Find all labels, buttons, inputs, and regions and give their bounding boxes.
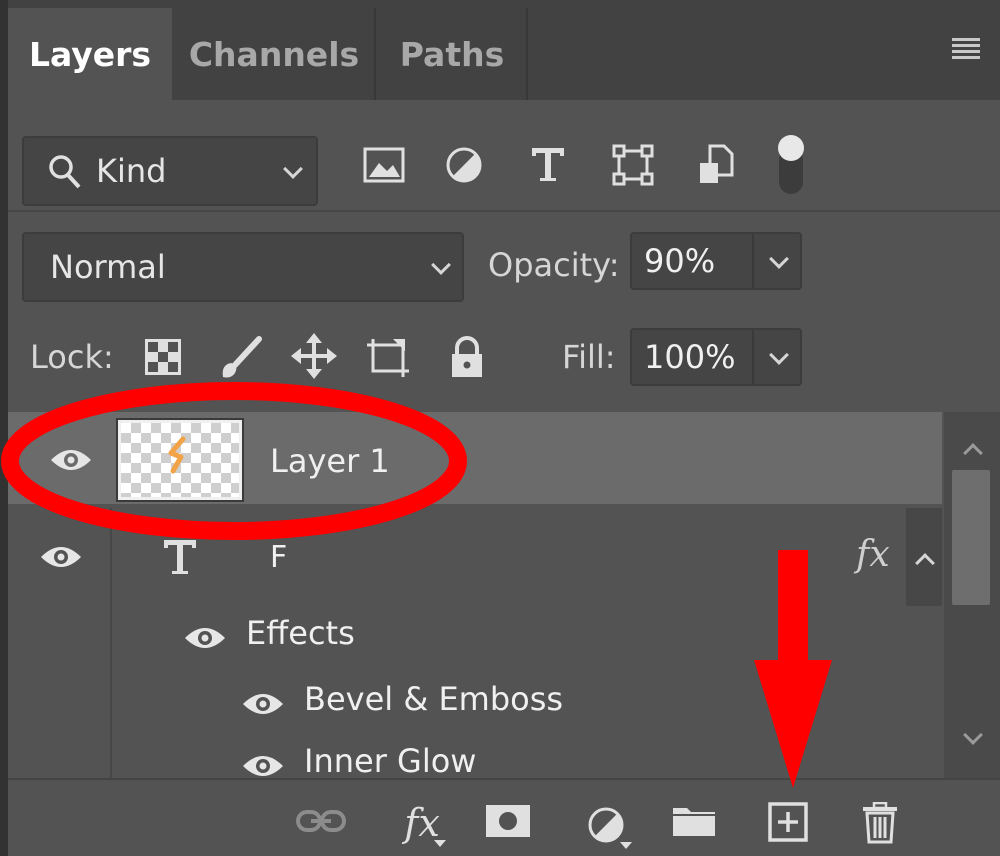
annotation-ellipse bbox=[1, 382, 467, 540]
add-mask-icon[interactable] bbox=[484, 802, 532, 840]
panel-menu-icon[interactable] bbox=[952, 38, 980, 60]
lock-all-icon[interactable] bbox=[446, 334, 488, 380]
delete-layer-icon[interactable] bbox=[858, 800, 902, 846]
chevron-up-icon bbox=[915, 553, 935, 573]
fill-value: 100% bbox=[644, 338, 736, 376]
chevron-down-icon bbox=[431, 255, 451, 275]
chevron-down-icon bbox=[283, 159, 303, 179]
adjustment-filter-icon[interactable] bbox=[444, 145, 484, 185]
new-layer-icon[interactable] bbox=[766, 800, 810, 844]
shape-filter-icon[interactable] bbox=[610, 142, 656, 188]
lock-transparent-pixels-icon[interactable] bbox=[142, 336, 184, 378]
scroll-down-icon[interactable] bbox=[963, 725, 983, 745]
eye-icon[interactable] bbox=[182, 622, 228, 654]
tab-layers[interactable]: Layers bbox=[8, 8, 172, 100]
fill-field[interactable]: 100% bbox=[630, 328, 802, 386]
image-filter-icon[interactable] bbox=[362, 145, 406, 185]
filter-kind-dropdown[interactable]: Kind bbox=[22, 136, 318, 206]
new-adjustment-icon[interactable] bbox=[578, 800, 634, 850]
type-filter-icon[interactable] bbox=[526, 142, 570, 186]
eye-icon[interactable] bbox=[38, 540, 84, 574]
fill-label: Fill: bbox=[562, 338, 616, 376]
eye-icon[interactable] bbox=[240, 752, 286, 778]
chevron-down-icon[interactable] bbox=[769, 345, 789, 365]
annotation-arrow bbox=[754, 550, 832, 788]
tab-bar: Layers Channels Paths bbox=[8, 0, 1000, 100]
tab-channels[interactable]: Channels bbox=[174, 8, 376, 100]
lock-artboard-icon[interactable] bbox=[364, 334, 412, 380]
layer-name[interactable]: F bbox=[270, 540, 287, 575]
link-layers-icon[interactable] bbox=[294, 804, 348, 838]
new-group-icon[interactable] bbox=[670, 802, 718, 840]
eye-icon[interactable] bbox=[240, 688, 286, 720]
effects-label: Effects bbox=[246, 614, 355, 652]
smart-object-filter-icon[interactable] bbox=[694, 142, 738, 188]
effect-item[interactable]: Bevel & Emboss bbox=[304, 680, 563, 718]
text-layer-icon bbox=[160, 536, 200, 578]
fx-badge[interactable]: fx bbox=[856, 534, 890, 575]
filter-kind-value: Kind bbox=[96, 152, 167, 190]
lock-label: Lock: bbox=[30, 338, 114, 376]
add-style-icon[interactable]: fx bbox=[392, 798, 452, 848]
opacity-value: 90% bbox=[644, 242, 716, 280]
opacity-label: Opacity: bbox=[488, 246, 620, 284]
chevron-down-icon[interactable] bbox=[769, 249, 789, 269]
search-icon bbox=[49, 155, 81, 189]
filter-toggle-icon[interactable] bbox=[774, 134, 808, 196]
lock-image-pixels-icon[interactable] bbox=[216, 334, 264, 382]
divider bbox=[8, 210, 1000, 212]
blend-mode-value: Normal bbox=[50, 248, 166, 286]
lock-position-icon[interactable] bbox=[290, 332, 338, 380]
blend-mode-dropdown[interactable]: Normal bbox=[22, 232, 464, 302]
opacity-field[interactable]: 90% bbox=[630, 232, 802, 290]
scroll-up-icon[interactable] bbox=[963, 443, 983, 463]
effect-item[interactable]: Inner Glow bbox=[304, 742, 476, 780]
tab-paths[interactable]: Paths bbox=[378, 8, 528, 100]
scroll-thumb[interactable] bbox=[952, 470, 990, 605]
effects-collapse-toggle[interactable] bbox=[906, 508, 942, 606]
